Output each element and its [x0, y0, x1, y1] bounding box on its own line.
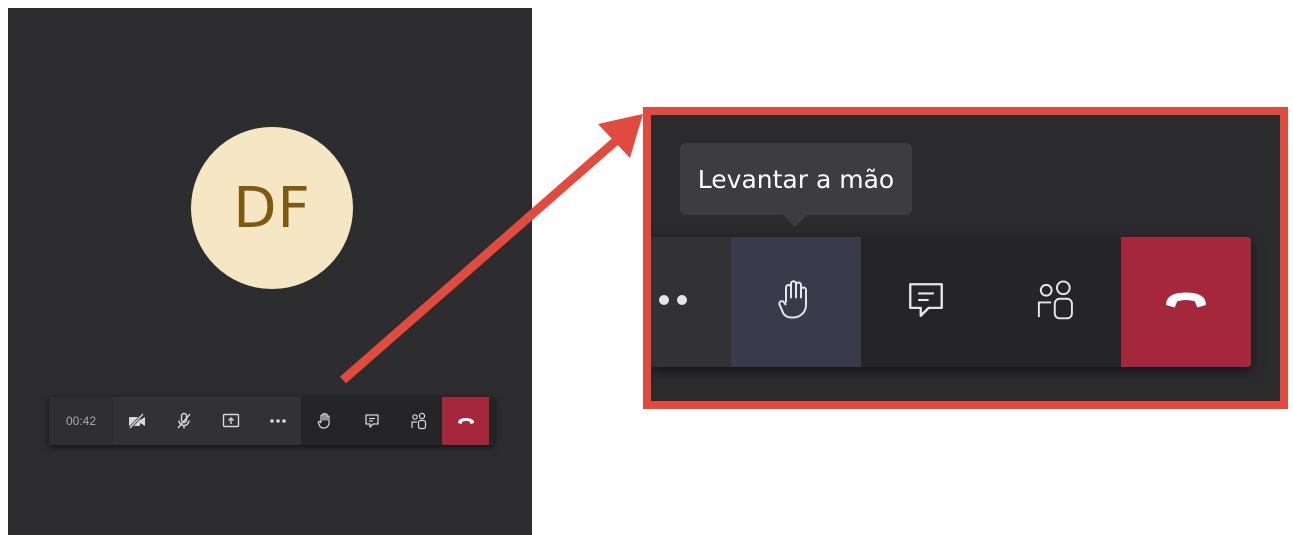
- chat-icon: [364, 413, 380, 429]
- video-off-icon: [127, 413, 147, 429]
- tooltip-pointer: [781, 213, 809, 227]
- raise-hand-button[interactable]: [301, 397, 348, 445]
- zoomed-hang-up-button[interactable]: [1121, 237, 1251, 367]
- zoomed-chat-button[interactable]: [861, 237, 991, 367]
- phone-hangup-icon: [457, 417, 475, 425]
- zoomed-toolbar: [651, 237, 1251, 367]
- share-screen-icon: [222, 413, 240, 429]
- hand-icon: [317, 412, 333, 430]
- camera-off-button[interactable]: [113, 397, 160, 445]
- more-button[interactable]: [254, 397, 301, 445]
- chat-icon: [905, 279, 947, 326]
- avatar: DF: [191, 127, 353, 289]
- more-icon: [269, 418, 287, 424]
- hang-up-button[interactable]: [442, 397, 489, 445]
- call-timer: 00:42: [49, 397, 113, 445]
- raise-hand-tooltip: Levantar a mão: [680, 143, 912, 215]
- more-icon: [655, 293, 695, 312]
- people-icon: [410, 412, 428, 430]
- mic-off-icon: [175, 412, 193, 430]
- mic-off-button[interactable]: [160, 397, 207, 445]
- share-button[interactable]: [207, 397, 254, 445]
- chat-button[interactable]: [348, 397, 395, 445]
- hand-icon: [776, 277, 816, 328]
- call-toolbar: 00:42: [49, 397, 494, 445]
- phone-hangup-icon: [1162, 290, 1210, 315]
- zoomed-raise-hand-button[interactable]: [731, 237, 861, 367]
- zoomed-more-button[interactable]: [651, 237, 731, 367]
- people-icon: [1034, 278, 1078, 327]
- participants-button[interactable]: [395, 397, 442, 445]
- zoom-callout: Levantar a mão: [643, 107, 1288, 409]
- zoomed-participants-button[interactable]: [991, 237, 1121, 367]
- meeting-window: DF 00:42: [8, 8, 532, 535]
